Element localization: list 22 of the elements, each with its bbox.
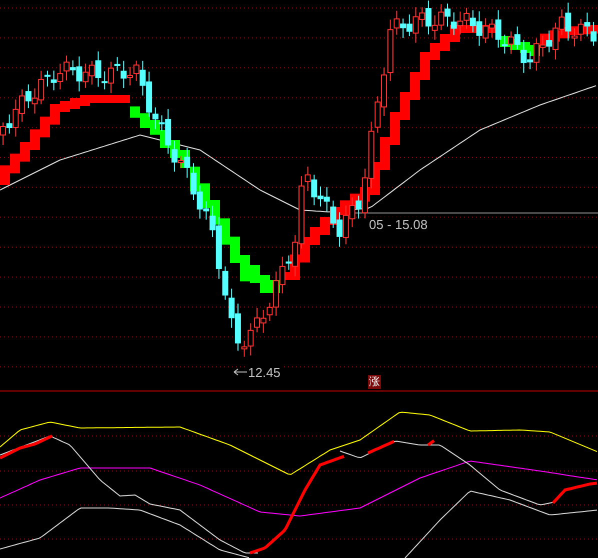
trend-step	[130, 106, 140, 118]
trend-step	[390, 112, 400, 145]
trend-step	[20, 142, 30, 162]
trend-step	[320, 217, 330, 235]
trend-step	[140, 113, 150, 128]
low-price-label: 12.45	[247, 365, 282, 380]
trend-step	[30, 129, 40, 150]
trend-step	[310, 227, 320, 245]
trend-step	[340, 200, 350, 215]
trend-step	[0, 165, 10, 185]
rise-signal-marker: 涨	[368, 375, 381, 389]
trend-step	[10, 154, 20, 174]
arrow-icon	[233, 368, 247, 376]
trend-step	[230, 236, 240, 263]
trend-step	[440, 34, 450, 51]
trend-step	[40, 116, 50, 138]
trend-step	[400, 92, 410, 120]
trend-step	[150, 120, 160, 135]
trend-step	[260, 275, 270, 293]
price-range-label: 05 - 15.08	[368, 217, 429, 232]
trend-step	[410, 72, 420, 100]
trend-step	[380, 137, 390, 170]
